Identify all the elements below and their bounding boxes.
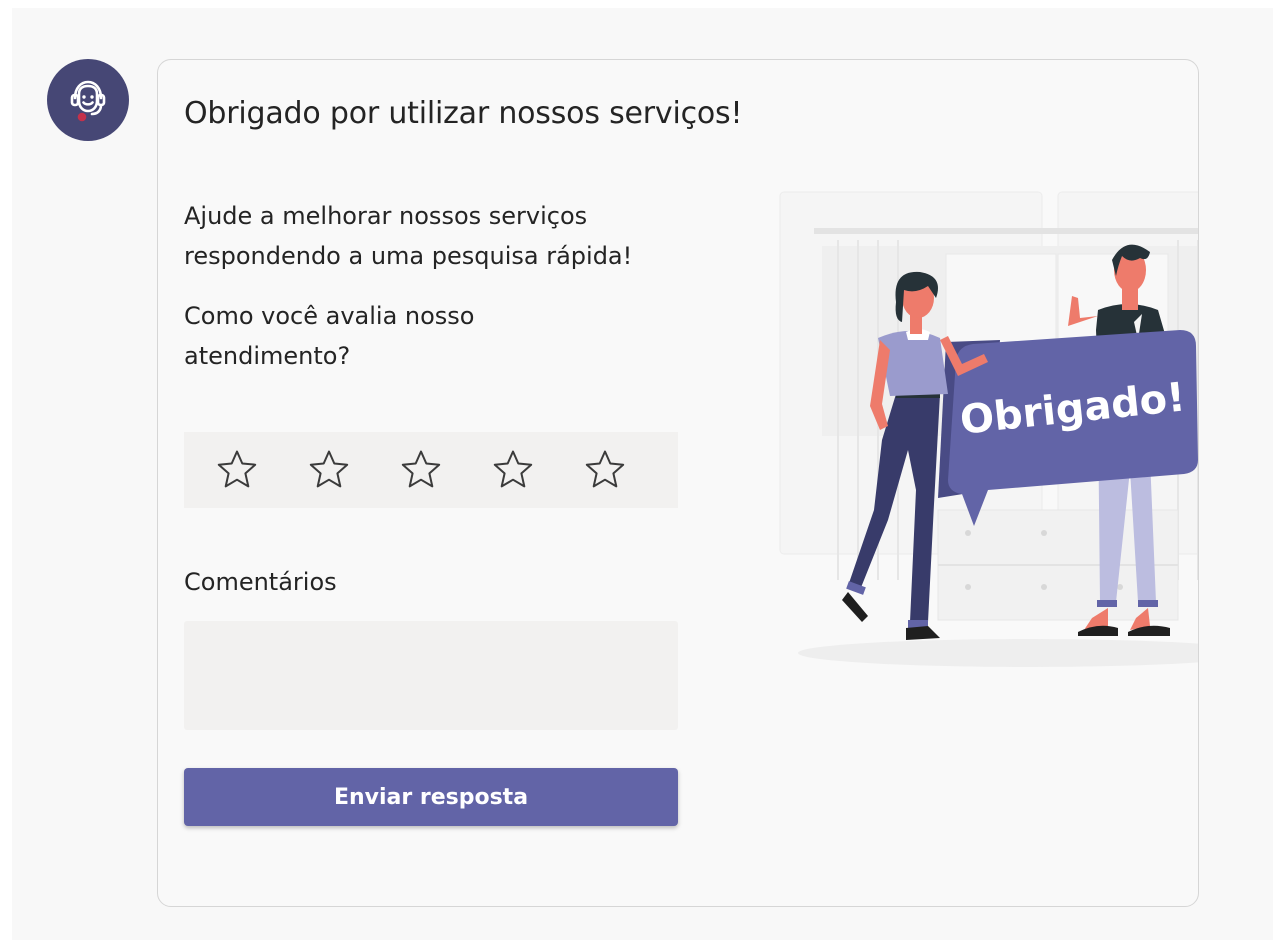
comments-label: Comentários (184, 568, 337, 596)
comments-input[interactable] (184, 621, 678, 730)
bot-avatar (47, 59, 129, 141)
star-outline-icon (217, 450, 257, 488)
card-title: Obrigado por utilizar nossos serviços! (184, 96, 743, 131)
submit-response-button[interactable]: Enviar resposta (184, 768, 678, 826)
chat-background: Obrigado por utilizar nossos serviços! A… (12, 8, 1273, 940)
star-2-button[interactable] (306, 447, 352, 493)
star-4-button[interactable] (490, 447, 536, 493)
star-rating (184, 432, 678, 508)
star-outline-icon (309, 450, 349, 488)
star-5-button[interactable] (582, 447, 628, 493)
rating-question-text: Como você avalia nosso atendimento? (184, 302, 475, 370)
survey-intro-text: Ajude a melhorar nossos serviços respond… (184, 202, 633, 270)
thank-you-illustration: Obrigado! (779, 191, 1198, 667)
star-outline-icon (493, 450, 533, 488)
star-outline-icon (585, 450, 625, 488)
star-3-button[interactable] (398, 447, 444, 493)
survey-card: Obrigado por utilizar nossos serviços! A… (157, 59, 1199, 907)
support-agent-headset-icon (70, 80, 106, 122)
star-outline-icon (401, 450, 441, 488)
star-1-button[interactable] (214, 447, 260, 493)
